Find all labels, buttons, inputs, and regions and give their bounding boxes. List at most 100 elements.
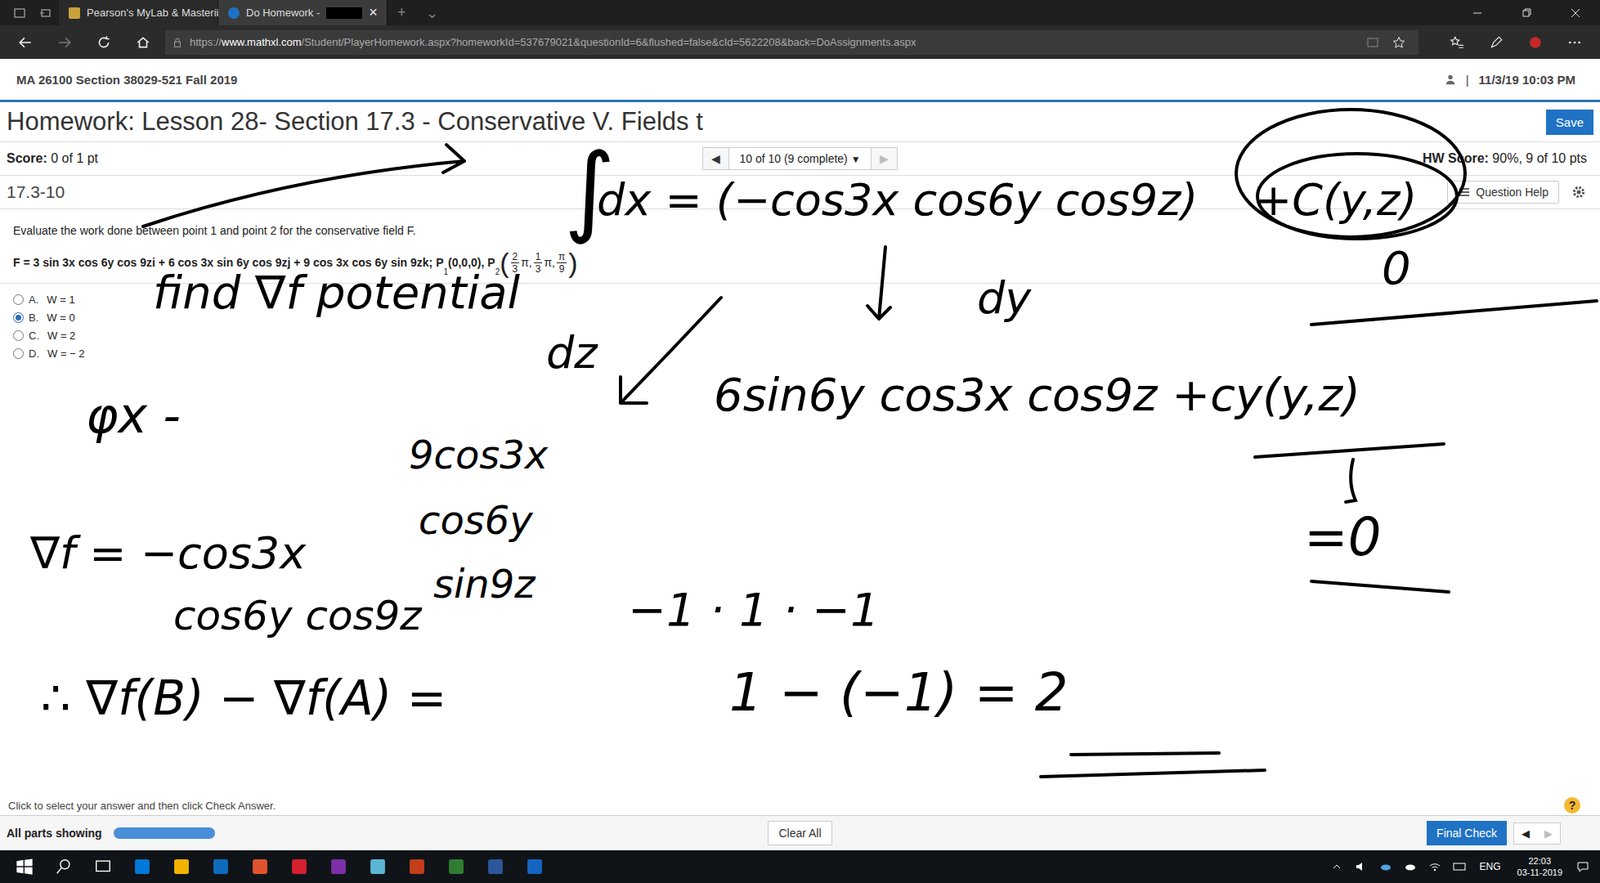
- browser-tab[interactable]: Pearson's MyLab & Masterii: [58, 0, 219, 26]
- datetime: 11/3/19 10:03 PM: [1478, 72, 1576, 87]
- wifi-icon[interactable]: [1422, 860, 1448, 874]
- refresh-icon[interactable]: [86, 35, 122, 50]
- homework-title: Homework: Lesson 28- Section 17.3 - Cons…: [6, 107, 704, 137]
- restore-icon[interactable]: [1501, 6, 1551, 20]
- radio-button[interactable]: [13, 312, 24, 323]
- app-icon[interactable]: [358, 857, 398, 876]
- fraction: 13: [533, 250, 543, 275]
- tab-label: Do Homework -: [246, 6, 320, 19]
- minimize-icon[interactable]: [1452, 6, 1502, 20]
- radio-button[interactable]: [13, 348, 24, 359]
- browser-tab-bar: Pearson's MyLab & Masterii Do Homework -…: [0, 0, 1600, 26]
- ink-text: ∫: [564, 140, 616, 239]
- browser-tab[interactable]: Do Homework - ×: [218, 0, 388, 26]
- ink-text: dz: [546, 331, 598, 376]
- language-indicator[interactable]: ENG: [1479, 860, 1502, 873]
- redaction-block: [326, 7, 363, 19]
- question-selector[interactable]: 10 of 10 (9 complete) ▼: [728, 147, 871, 170]
- favorite-star-icon[interactable]: [1385, 35, 1412, 50]
- separator: |: [1465, 72, 1470, 87]
- home-icon[interactable]: [125, 35, 161, 50]
- radio-button[interactable]: [13, 294, 24, 305]
- ink-text: +C(y,z): [1254, 178, 1417, 223]
- app-icon[interactable]: [240, 857, 280, 876]
- final-check-button[interactable]: Final Check: [1426, 820, 1507, 846]
- save-button[interactable]: Save: [1546, 109, 1594, 135]
- cloud-icon[interactable]: [1398, 860, 1423, 874]
- app-icon[interactable]: [161, 857, 202, 876]
- answer-option[interactable]: A.W = 1: [13, 293, 1587, 306]
- pen-icon[interactable]: [1478, 35, 1514, 50]
- app-icon[interactable]: [397, 857, 437, 876]
- instruction: Evaluate the work done between point 1 a…: [13, 224, 1587, 238]
- answer-options: A.W = 1 B.W = 0 C.W = 2 D.W = − 2: [13, 293, 1587, 360]
- ink-text: ∴ ∇f(B) − ∇f(A) =: [40, 674, 447, 722]
- radio-button[interactable]: [13, 330, 24, 341]
- ink-text: ∇f = −cos3x: [30, 531, 306, 576]
- url-field[interactable]: https://www.mathxl.com/Student/PlayerHom…: [165, 30, 1419, 55]
- hint-row: Click to select your answer and then cli…: [0, 795, 1600, 816]
- clock[interactable]: 22:0303-11-2019: [1517, 855, 1563, 879]
- ink-text: cos6y: [418, 500, 534, 540]
- user-icon[interactable]: [1444, 73, 1457, 86]
- favicon-icon: [68, 7, 81, 19]
- ink-underline: [1040, 770, 1265, 777]
- question-id-row: 17.3-10 Question Help: [0, 175, 1600, 210]
- keyboard-icon[interactable]: [1447, 860, 1472, 874]
- back-icon[interactable]: [8, 35, 43, 50]
- close-tab-button[interactable]: ×: [368, 4, 378, 22]
- close-icon[interactable]: [1550, 6, 1600, 20]
- reading-view-icon[interactable]: [1359, 35, 1386, 50]
- forward-icon[interactable]: [47, 35, 82, 50]
- more-icon[interactable]: [1557, 35, 1592, 50]
- ink-text: φx -: [85, 390, 181, 440]
- previous-question-button[interactable]: ◀: [703, 147, 729, 170]
- set-aside-icon[interactable]: [39, 6, 53, 20]
- ink-arrow: [867, 246, 891, 319]
- question-help-button[interactable]: Question Help: [1447, 180, 1560, 204]
- footer-prev-button[interactable]: ◀: [1514, 823, 1538, 844]
- gear-icon[interactable]: [1570, 183, 1587, 201]
- task-view-icon[interactable]: [83, 857, 123, 876]
- ink-text: dy: [977, 276, 1031, 321]
- extension-icon[interactable]: [1518, 35, 1553, 50]
- ink-arrow: [1345, 459, 1356, 502]
- app-icon[interactable]: [475, 857, 516, 876]
- tab-list-button[interactable]: ⌄: [425, 4, 439, 23]
- show-hidden-icon[interactable]: [1324, 860, 1350, 874]
- answer-option[interactable]: D.W = − 2: [13, 347, 1587, 360]
- app-icon[interactable]: [201, 857, 241, 876]
- hint-text: Click to select your answer and then cli…: [8, 799, 276, 812]
- windows-start-icon[interactable]: [4, 857, 45, 876]
- app-icon[interactable]: [279, 857, 319, 876]
- app-icon[interactable]: [515, 857, 555, 876]
- window-controls: [1452, 0, 1600, 26]
- title-row: Homework: Lesson 28- Section 17.3 - Cons…: [0, 102, 1600, 143]
- question-score: Score: 0 of 1 pt: [6, 151, 703, 166]
- ink-text: cos6y cos9z: [173, 595, 422, 637]
- app-icon[interactable]: [318, 857, 359, 876]
- app-icon[interactable]: [122, 857, 162, 876]
- url-path: /Student/PlayerHomework.aspx?homeworkId=…: [301, 35, 917, 49]
- favorites-icon[interactable]: [1439, 35, 1475, 50]
- address-bar: https://www.mathxl.com/Student/PlayerHom…: [0, 25, 1600, 59]
- answer-option[interactable]: B.W = 0: [13, 311, 1587, 324]
- ink-text: 0: [1381, 245, 1412, 292]
- search-icon[interactable]: [44, 857, 84, 876]
- tab-actions-icon[interactable]: [13, 6, 27, 20]
- volume-icon[interactable]: [1349, 860, 1374, 874]
- new-tab-button[interactable]: +: [397, 4, 407, 22]
- answer-option[interactable]: C.W = 2: [13, 329, 1587, 342]
- taskbar: ENG 22:0303-11-2019: [0, 850, 1600, 883]
- notification-icon[interactable]: [1570, 860, 1596, 874]
- cloud-icon[interactable]: [1373, 860, 1399, 874]
- app-icon[interactable]: [436, 857, 476, 876]
- clear-all-button[interactable]: Clear All: [767, 820, 832, 846]
- next-question-button[interactable]: ▶: [871, 147, 897, 170]
- footer-next-button[interactable]: ▶: [1537, 823, 1560, 844]
- help-button[interactable]: ?: [1564, 797, 1581, 814]
- ink-text: dx = (−cos3x cos6y cos9z): [596, 178, 1198, 223]
- ink-text: 6sin6y cos3x cos9z +cy(y,z): [713, 371, 1361, 418]
- footer-bar: All parts showing Clear All Final Check …: [0, 815, 1600, 851]
- ink-text: find ∇f potential: [152, 269, 520, 316]
